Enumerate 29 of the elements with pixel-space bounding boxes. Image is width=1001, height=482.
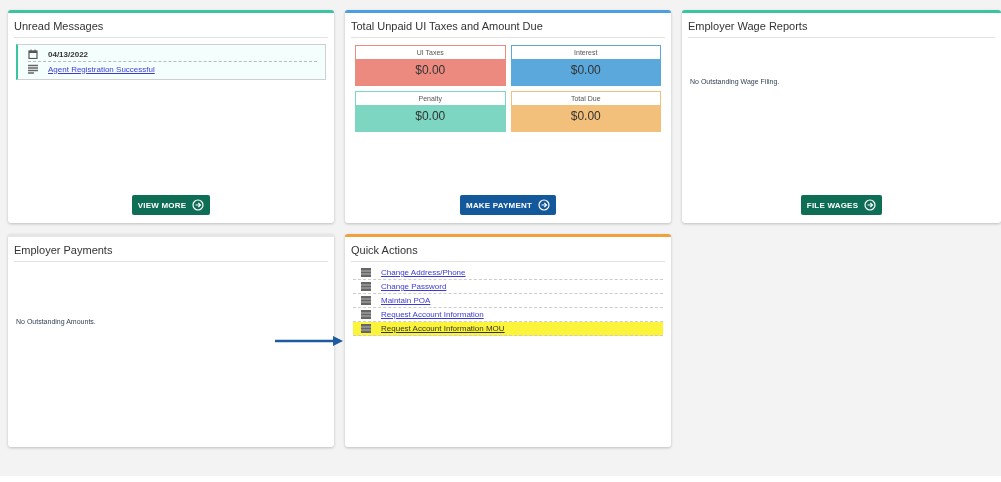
amount-value: $0.00 <box>356 105 505 131</box>
form-icon <box>361 296 371 305</box>
amount-value: $0.00 <box>511 59 660 85</box>
amount-value: $0.00 <box>511 105 660 131</box>
form-icon <box>361 268 371 277</box>
card-title: Quick Actions <box>351 237 665 262</box>
arrow-right-circle-icon <box>864 199 877 211</box>
action-button[interactable]: VIEW MORE <box>131 195 211 215</box>
form-icon <box>361 310 371 319</box>
action-button[interactable]: FILE WAGES <box>800 195 883 215</box>
arrow-right-circle-icon <box>538 199 550 211</box>
action-link[interactable]: Change Address/Phone <box>381 268 466 277</box>
card-title: Employer Wage Reports <box>688 13 995 38</box>
action-link[interactable]: Request Account Information MOU <box>381 324 505 333</box>
action-button[interactable]: MAKE PAYMENT <box>460 195 556 215</box>
action-link[interactable]: Maintain POA <box>381 296 431 305</box>
card-title: Unread Messages <box>14 13 328 38</box>
amount-value: $0.00 <box>356 59 505 85</box>
card-title: Employer Payments <box>14 237 328 262</box>
form-icon <box>361 282 371 291</box>
text-lines-icon <box>28 64 38 74</box>
pointer-arrow-icon <box>275 335 345 347</box>
card-title: Total Unpaid UI Taxes and Amount Due <box>351 13 665 38</box>
arrow-right-circle-icon <box>192 199 205 211</box>
calendar-icon <box>28 49 38 59</box>
message-link[interactable]: Agent Registration Successful <box>48 64 155 74</box>
message-date: 04/13/2022 <box>48 49 89 59</box>
action-link[interactable]: Request Account Information <box>381 310 484 319</box>
action-link[interactable]: Change Password <box>381 282 447 291</box>
